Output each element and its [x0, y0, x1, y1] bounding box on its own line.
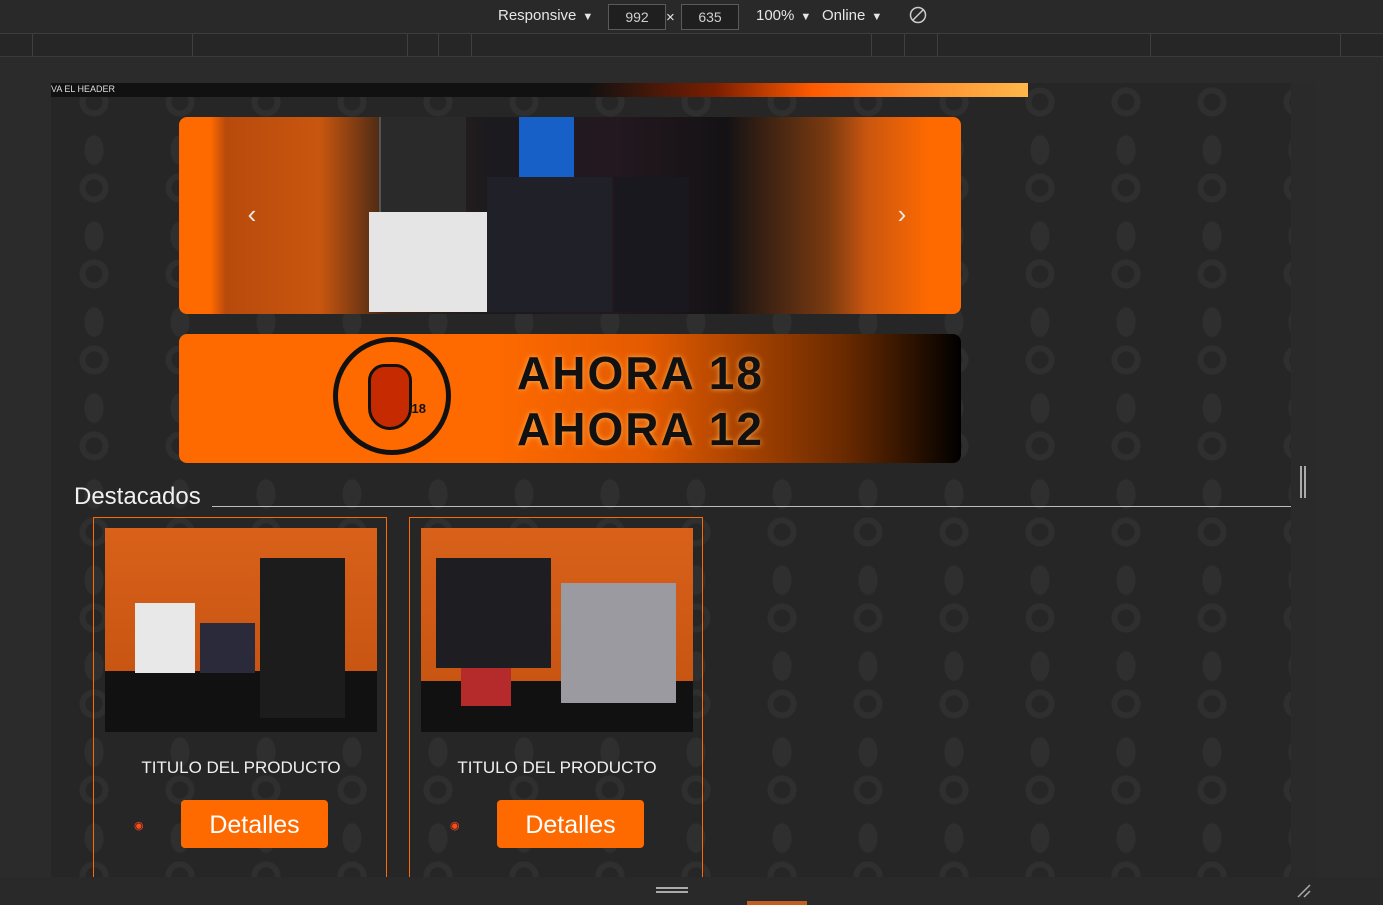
resize-handle-right[interactable] [1300, 466, 1306, 498]
product-title: TITULO DEL PRODUCTO [457, 758, 657, 777]
zoom-label: 100% [756, 7, 795, 24]
heading-divider [212, 506, 1291, 507]
devtools-toolbar: Responsive ▼ × 100% ▼ Online ▼ [0, 0, 1383, 34]
product-card: TITULO DEL PRODUCTO ◉ Detalles [93, 517, 387, 877]
motherboard-box-reflection [614, 177, 689, 312]
ahora-logo: 18 [333, 337, 451, 455]
resize-corner-icon[interactable] [1296, 883, 1312, 899]
product-image [421, 528, 693, 732]
chevron-down-icon: ▼ [800, 11, 812, 23]
details-button[interactable]: Detalles [497, 800, 644, 848]
product-card: TITULO DEL PRODUCTO ◉ Detalles [409, 517, 703, 877]
promo-line-2: AHORA 12 [517, 403, 764, 455]
header-banner: VA EL HEADER [51, 83, 1028, 97]
network-select[interactable]: Online ▼ [822, 7, 882, 24]
chevron-down-icon: ▼ [582, 11, 594, 23]
motherboard-box-image [487, 177, 612, 312]
featured-heading: Destacados [74, 483, 201, 510]
eye-icon[interactable]: ◉ [450, 820, 462, 832]
resize-handle-bottom[interactable] [656, 887, 688, 893]
image-carousel[interactable]: ‹ › [179, 117, 961, 314]
times-sign: × [666, 9, 675, 26]
cpu-box-image [519, 117, 574, 182]
media-query-ruler [0, 34, 1383, 57]
promo-banner[interactable]: 18 AHORA 18 AHORA 12 [179, 334, 961, 463]
product-image [105, 528, 377, 732]
viewport-height-input[interactable] [681, 4, 739, 30]
page-viewport: VA EL HEADER ‹ › 18 AHORA 18 AHORA 12 De… [51, 83, 1291, 877]
chevron-down-icon: ▼ [871, 11, 883, 23]
eye-icon[interactable]: ◉ [134, 820, 146, 832]
device-select[interactable]: Responsive ▼ [498, 7, 593, 24]
hand-icon [368, 364, 412, 430]
scroll-indicator [747, 901, 807, 905]
details-button[interactable]: Detalles [181, 800, 328, 848]
psu-box-image [369, 212, 487, 312]
carousel-prev-button[interactable]: ‹ [237, 199, 267, 229]
product-title: TITULO DEL PRODUCTO [141, 758, 341, 777]
network-label: Online [822, 7, 866, 24]
gpu-box-image [379, 117, 466, 217]
viewport-bottom-bar [0, 877, 1383, 905]
promo-line-1: AHORA 18 [517, 347, 764, 399]
device-label: Responsive [498, 7, 577, 24]
header-label: VA EL HEADER [51, 84, 116, 94]
viewport-width-input[interactable] [608, 4, 666, 30]
logo-number: 18 [411, 401, 426, 416]
rotate-icon[interactable] [909, 6, 927, 28]
carousel-next-button[interactable]: › [887, 199, 917, 229]
zoom-select[interactable]: 100% ▼ [756, 7, 811, 24]
